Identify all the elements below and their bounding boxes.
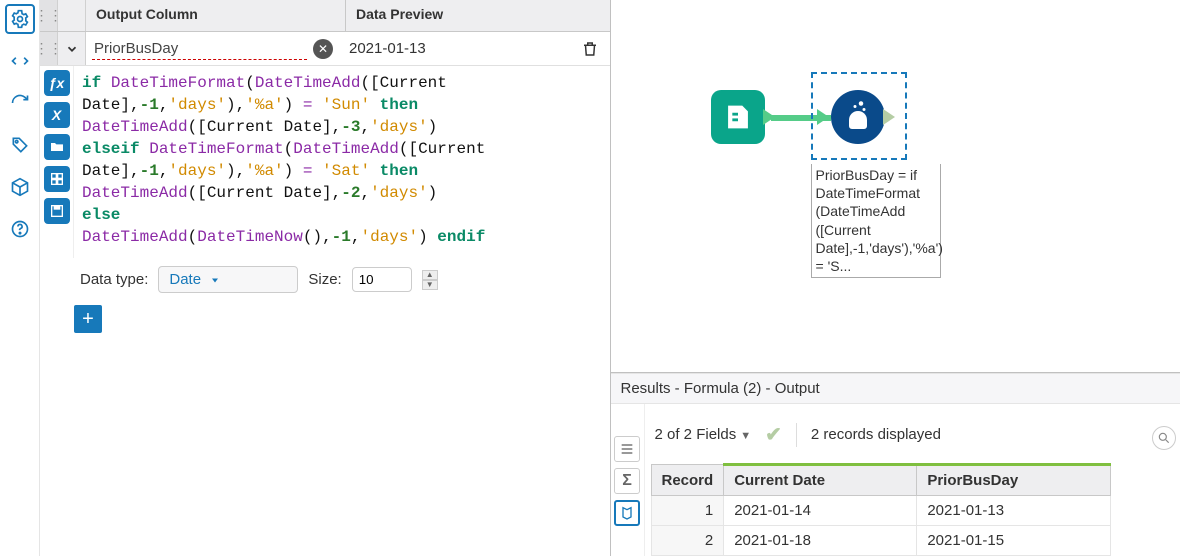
collapse-toggle[interactable]	[58, 32, 86, 65]
table-row[interactable]: 1 2021-01-14 2021-01-13	[651, 496, 1110, 526]
cell-current-date: 2021-01-18	[724, 526, 917, 556]
list-view-icon[interactable]	[614, 436, 640, 462]
map-view-icon[interactable]	[614, 500, 640, 526]
cell-priorbusday: 2021-01-13	[917, 496, 1110, 526]
output-column-input[interactable]	[92, 38, 307, 60]
add-expression-button[interactable]: +	[74, 305, 102, 333]
formula-tool-icon	[831, 90, 885, 144]
results-main: 2 of 2 Fields▼ ✔ 2 records displayed Rec…	[645, 404, 1180, 556]
records-count: 2 records displayed	[811, 426, 941, 443]
formula-config-panel: ⋮⋮ Output Column Data Preview ⋮⋮ ✕ 2021-…	[40, 0, 611, 556]
size-stepper[interactable]: ▲▼	[422, 270, 438, 290]
input-port[interactable]	[817, 109, 829, 125]
results-table[interactable]: Record Current Date PriorBusDay 1 2021-0…	[651, 463, 1111, 556]
left-rail	[0, 0, 40, 556]
refresh-icon[interactable]	[5, 88, 35, 118]
tag-icon[interactable]	[5, 130, 35, 160]
config-header: ⋮⋮ Output Column Data Preview	[40, 0, 610, 32]
spacer	[58, 0, 86, 31]
right-pane: PriorBusDay = if DateTimeFormat (DateTim…	[611, 0, 1180, 556]
help-icon[interactable]	[5, 214, 35, 244]
data-type-value: Date	[169, 271, 201, 288]
table-header-row: Record Current Date PriorBusDay	[651, 465, 1110, 496]
data-type-select[interactable]: Date	[158, 266, 298, 293]
gear-icon[interactable]	[5, 4, 35, 34]
record-number: 2	[651, 526, 724, 556]
formula-tool-node[interactable]	[817, 90, 895, 144]
clear-output-column-icon[interactable]: ✕	[313, 39, 333, 59]
table-row[interactable]: 2 2021-01-18 2021-01-15	[651, 526, 1110, 556]
save-icon[interactable]	[44, 198, 70, 224]
workflow-canvas[interactable]: PriorBusDay = if DateTimeFormat (DateTim…	[611, 0, 1180, 373]
preview-value: 2021-01-13	[343, 40, 576, 57]
fields-count[interactable]: 2 of 2 Fields▼	[655, 426, 752, 443]
expression-row: ⋮⋮ ✕ 2021-01-13	[40, 32, 610, 66]
formula-code-editor[interactable]: if DateTimeFormat(DateTimeAdd([CurrentDa…	[74, 66, 610, 258]
drag-handle-icon[interactable]: ⋮⋮	[40, 0, 58, 31]
data-type-label: Data type:	[80, 271, 148, 288]
type-size-row: Data type: Date Size: ▲▼	[40, 258, 610, 301]
search-icon[interactable]	[1152, 426, 1176, 450]
cell-priorbusday: 2021-01-15	[917, 526, 1110, 556]
record-number: 1	[651, 496, 724, 526]
col-record[interactable]: Record	[651, 465, 724, 496]
output-column-header: Output Column	[86, 0, 346, 31]
size-input[interactable]	[352, 267, 412, 292]
check-icon[interactable]: ✔	[765, 422, 782, 447]
folder-icon[interactable]	[44, 134, 70, 160]
output-port[interactable]	[763, 109, 775, 125]
grid-icon[interactable]	[44, 166, 70, 192]
cell-current-date: 2021-01-14	[724, 496, 917, 526]
tool-annotation: PriorBusDay = if DateTimeFormat (DateTim…	[811, 164, 941, 278]
input-tool-node[interactable]	[711, 90, 775, 144]
output-port[interactable]	[883, 109, 895, 125]
drag-handle-icon[interactable]: ⋮⋮	[40, 32, 58, 65]
chevron-down-icon	[209, 274, 221, 286]
results-toolbar: 2 of 2 Fields▼ ✔ 2 records displayed	[645, 412, 1180, 463]
variable-icon[interactable]: X	[44, 102, 70, 128]
sigma-icon[interactable]: Σ	[614, 468, 640, 494]
package-icon[interactable]	[5, 172, 35, 202]
delete-expression-icon[interactable]	[576, 40, 604, 58]
col-current-date[interactable]: Current Date	[724, 465, 917, 496]
size-label: Size:	[308, 271, 341, 288]
fx-icon[interactable]: ƒx	[44, 70, 70, 96]
results-rail: Σ	[611, 404, 645, 556]
editor-mini-rail: ƒx X	[40, 66, 74, 258]
results-header: Results - Formula (2) - Output	[611, 373, 1180, 404]
data-preview-header: Data Preview	[346, 0, 610, 31]
results-body: Σ 2 of 2 Fields▼ ✔ 2 records displayed	[611, 404, 1180, 556]
formula-editor-body: ƒx X if DateTimeFormat(DateTimeAdd([Curr…	[40, 66, 610, 258]
code-icon[interactable]	[5, 46, 35, 76]
input-tool-icon	[711, 90, 765, 144]
separator	[796, 423, 797, 447]
col-priorbusday[interactable]: PriorBusDay	[917, 465, 1110, 496]
